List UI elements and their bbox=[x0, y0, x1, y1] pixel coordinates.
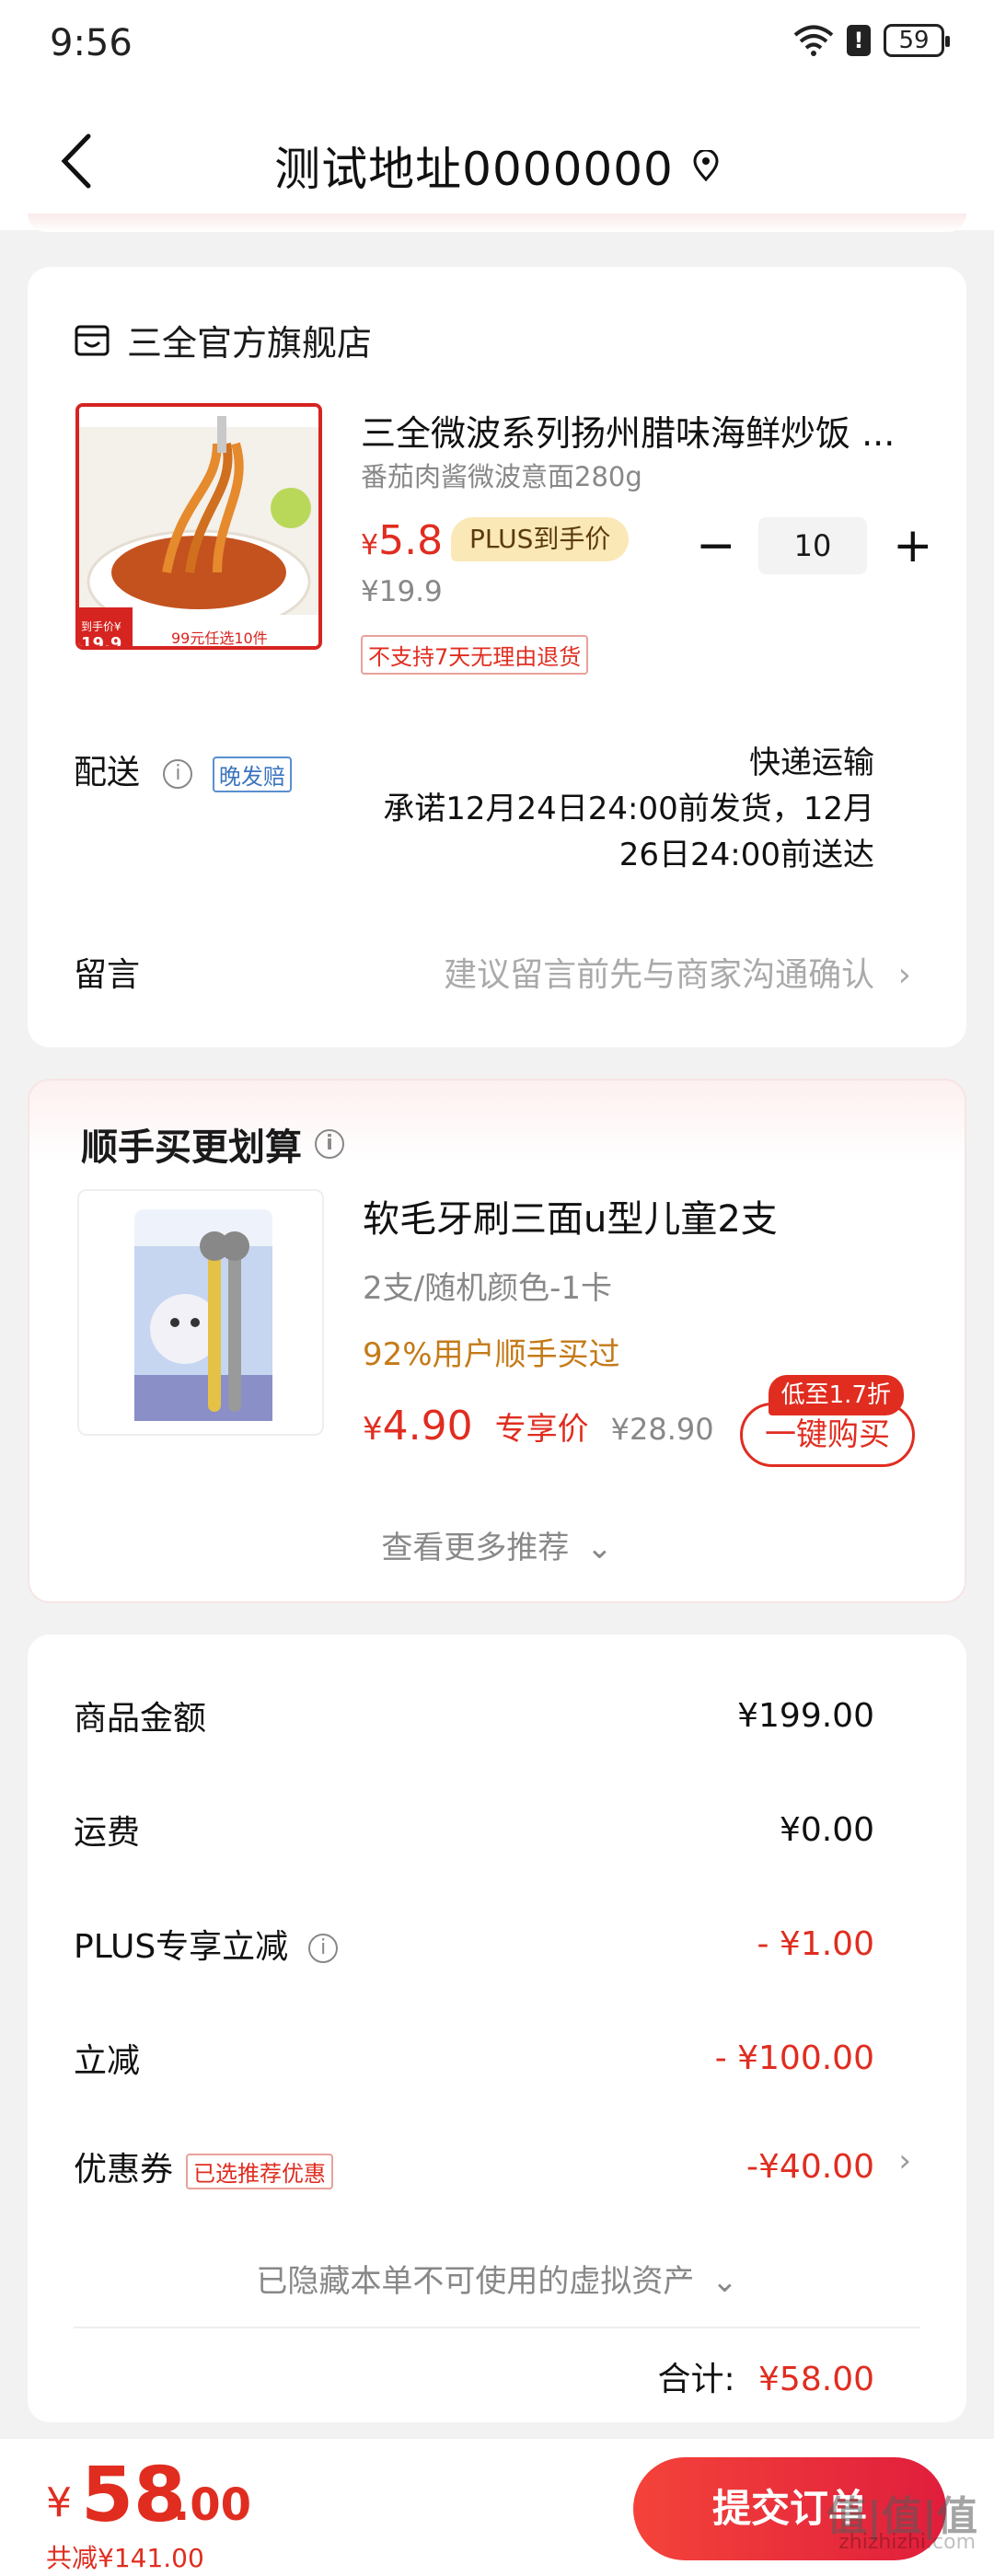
coupon-row[interactable]: 优惠券 已选推荐优惠 -¥40.00 bbox=[74, 2143, 874, 2190]
delivery-method: 快递运输 bbox=[749, 745, 874, 781]
chevron-right-icon: › bbox=[897, 956, 911, 994]
plus-price-tag: PLUS到手价 bbox=[451, 517, 630, 561]
delivery-row: 配送 i 晚发赔 bbox=[74, 745, 292, 793]
shipping-label: 运费 bbox=[74, 1814, 141, 1852]
shop-name: 三全官方旗舰店 bbox=[127, 323, 373, 364]
store-icon bbox=[75, 325, 110, 355]
subtotal: 合计: ¥58.00 bbox=[657, 2361, 874, 2398]
status-icons: ! 59 bbox=[793, 24, 950, 57]
original-price: ¥19.9 bbox=[361, 575, 443, 608]
header-divider bbox=[28, 214, 966, 232]
header: 测试地址0000000 bbox=[0, 92, 994, 232]
reduce-label: 立减 bbox=[74, 2042, 141, 2080]
chevron-down-icon: ⌄ bbox=[586, 1530, 613, 1566]
recommend-title: 顺手买更划算 bbox=[81, 1126, 302, 1169]
chevron-right-icon[interactable]: › bbox=[898, 2143, 911, 2179]
recommend-product-spec: 2支/随机颜色-1卡 bbox=[363, 1270, 612, 1307]
shipping-value: ¥0.00 bbox=[779, 1810, 874, 1849]
goods-value: ¥199.00 bbox=[737, 1696, 874, 1735]
status-time: 9:56 bbox=[50, 22, 133, 64]
total-integer: 58 bbox=[81, 2452, 187, 2539]
total-decimal: .00 bbox=[173, 2479, 252, 2531]
total-saved: 共减¥141.00 bbox=[46, 2543, 204, 2573]
shop-card: 三全官方旗舰店 到手价¥ 19.9 99元任选10件 三全微波系列扬州腊味海鲜炒… bbox=[28, 267, 966, 1047]
recommend-product-name[interactable]: 软毛牙刷三面u型儿童2支 bbox=[363, 1189, 778, 1242]
subtotal-value: ¥58.00 bbox=[758, 2361, 874, 2398]
remark-input[interactable]: 建议留言前先与商家沟通确认 › bbox=[444, 948, 911, 996]
delivery-info[interactable]: 快递运输 承诺12月24日24:00前发货，12月 26日24:00前送达 bbox=[383, 740, 874, 878]
recommend-original-price: ¥28.90 bbox=[610, 1412, 714, 1447]
product-price: ¥5.8 bbox=[361, 517, 444, 564]
info-icon[interactable]: i bbox=[315, 1129, 344, 1159]
shop-header[interactable]: 三全官方旗舰店 bbox=[74, 315, 372, 365]
delivery-label: 配送 bbox=[74, 754, 141, 791]
more-recommend-link[interactable]: 查看更多推荐 ⌄ bbox=[29, 1522, 965, 1567]
product-name[interactable]: 三全微波系列扬州腊味海鲜炒饭 ... bbox=[361, 405, 931, 456]
shipping-row: 运费 ¥0.00 bbox=[74, 1806, 874, 1854]
product-spec: 番茄肉酱微波意面280g bbox=[361, 461, 642, 492]
summary-card: 商品金额 ¥199.00 运费 ¥0.00 PLUS专享立减 i - ¥1.00 … bbox=[28, 1635, 966, 2422]
plus-value: - ¥1.00 bbox=[757, 1924, 875, 1963]
page-title: 测试地址0000000 bbox=[274, 143, 674, 196]
quantity-stepper: − 10 + bbox=[696, 517, 933, 574]
reduce-value: - ¥100.00 bbox=[714, 2039, 874, 2077]
coupon-value: -¥40.00 bbox=[746, 2147, 874, 2186]
remark-label: 留言 bbox=[74, 956, 141, 994]
discount-badge: 低至1.7折 bbox=[768, 1375, 904, 1415]
instant-discount-row: 立减 - ¥100.00 bbox=[74, 2034, 874, 2082]
total-currency: ¥ bbox=[46, 2479, 72, 2526]
divider bbox=[74, 2327, 920, 2328]
pasta-image bbox=[79, 407, 318, 646]
recommend-price: ¥4.90 专享价 ¥28.90 bbox=[363, 1403, 714, 1450]
status-bar: 9:56 ! 59 bbox=[0, 0, 994, 92]
product-image[interactable]: 到手价¥ 19.9 99元任选10件 bbox=[75, 403, 322, 650]
delivery-promise-1: 承诺12月24日24:00前发货，12月 bbox=[383, 791, 874, 827]
return-policy-tag: 不支持7天无理由退货 bbox=[361, 635, 589, 675]
image-promo: 99元任选10件 bbox=[171, 630, 268, 647]
watermark-text: zhizhizhi.com bbox=[838, 2531, 976, 2554]
coupon-tag: 已选推荐优惠 bbox=[186, 2153, 334, 2189]
recommend-product-image[interactable] bbox=[77, 1189, 324, 1436]
image-caption: 到手价¥ 19.9 bbox=[81, 618, 122, 650]
coupon-label: 优惠券 bbox=[74, 2151, 174, 2189]
chevron-down-icon: ⌄ bbox=[711, 2263, 738, 2300]
address-selector[interactable]: 测试地址0000000 bbox=[274, 133, 720, 199]
goods-label: 商品金额 bbox=[74, 1700, 207, 1738]
price-tag: 专享价 bbox=[494, 1411, 589, 1448]
bottom-bar: ¥ 58 .00 共减¥141.00 提交订单 值|值|值 zhizhizhi.… bbox=[0, 2439, 994, 2576]
goods-amount-row: 商品金额 ¥199.00 bbox=[74, 1692, 874, 1739]
info-icon[interactable]: i bbox=[308, 1934, 339, 1963]
late-delivery-tag: 晚发赔 bbox=[212, 756, 292, 792]
battery-icon: 59 bbox=[884, 24, 950, 57]
plus-label: PLUS专享立减 bbox=[74, 1928, 289, 1966]
wifi-icon bbox=[793, 25, 834, 56]
recommend-header: 顺手买更划算 i bbox=[81, 1117, 344, 1171]
plus-discount-row: PLUS专享立减 i - ¥1.00 bbox=[74, 1920, 874, 1968]
delivery-promise-2: 26日24:00前送达 bbox=[618, 837, 874, 873]
image-price: 19.9 bbox=[81, 634, 122, 650]
alert-icon: ! bbox=[847, 25, 871, 56]
recommend-card: 顺手买更划算 i 软毛牙刷三面u型儿童2支 2支/随机颜色-1卡 92%用户顺手… bbox=[28, 1079, 966, 1603]
location-icon bbox=[693, 150, 719, 181]
recommend-bought-rate: 92%用户顺手买过 bbox=[363, 1336, 620, 1373]
quantity-input[interactable]: 10 bbox=[758, 517, 867, 574]
toothbrush-image bbox=[134, 1209, 272, 1421]
decrease-button[interactable]: − bbox=[696, 522, 736, 570]
hidden-assets-toggle[interactable]: 已隐藏本单不可使用的虚拟资产 ⌄ bbox=[28, 2256, 966, 2301]
info-icon[interactable]: i bbox=[163, 759, 193, 789]
increase-button[interactable]: + bbox=[893, 522, 933, 570]
